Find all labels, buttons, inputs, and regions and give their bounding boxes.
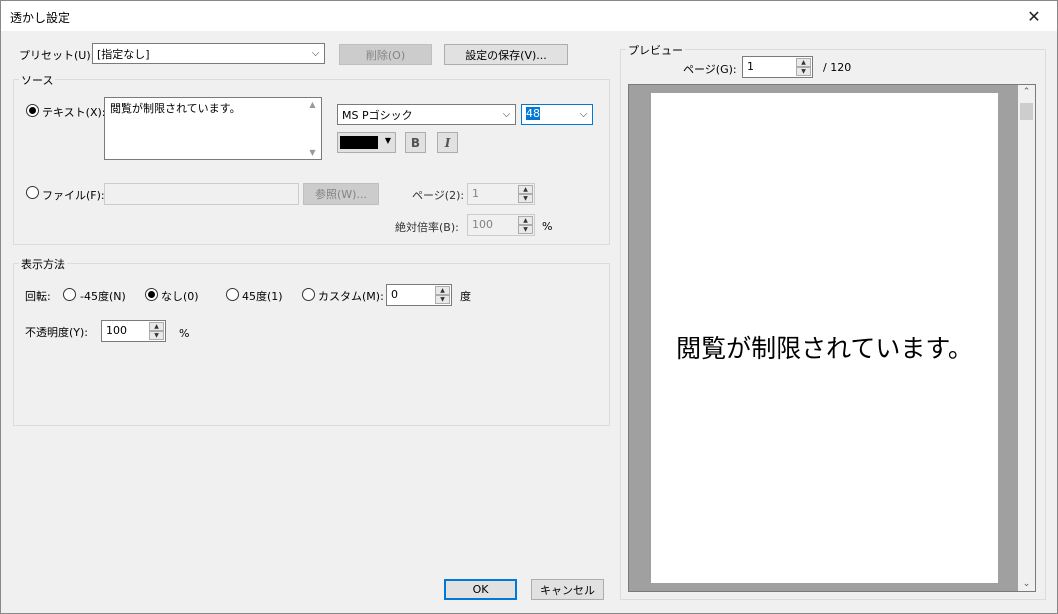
text-radio-label: テキスト(X): <box>42 106 106 119</box>
spin-up-icon[interactable]: ▲ <box>796 58 811 67</box>
scale-unit: % <box>542 220 553 233</box>
preview-page: 閲覧が制限されています。 <box>651 93 998 583</box>
rotation-none-label: なし(0) <box>161 290 199 303</box>
watermark-text-value: 閲覧が制限されています。 <box>110 102 241 115</box>
rotation-minus45-label: -45度(N) <box>80 290 126 303</box>
chevron-down-icon: ⌵ <box>502 109 511 120</box>
caret-down-icon: ▼ <box>384 136 391 145</box>
custom-angle-stepper[interactable]: 0 ▲ ▼ <box>386 284 452 306</box>
watermark-text-input[interactable]: 閲覧が制限されています。 ▲ ▼ <box>104 97 322 160</box>
title-bar: 透かし設定 ✕ <box>1 1 1057 31</box>
preset-select[interactable]: [指定なし] ⌵ <box>92 43 325 64</box>
file-page-label: ページ(2): <box>412 189 465 202</box>
spin-down-icon[interactable]: ▼ <box>149 331 164 340</box>
scroll-up-icon[interactable]: ⌃ <box>1018 87 1035 97</box>
textarea-scrollbar[interactable]: ▲ ▼ <box>304 98 321 159</box>
opacity-value: 100 <box>106 324 127 337</box>
source-group-title: ソース <box>19 72 56 88</box>
scale-stepper[interactable]: 100 ▲ ▼ <box>467 214 535 236</box>
color-picker-button[interactable]: ▼ <box>337 132 396 153</box>
scale-value: 100 <box>472 218 493 231</box>
preview-canvas: 閲覧が制限されています。 ⌃ ⌄ <box>628 84 1036 592</box>
close-icon[interactable]: ✕ <box>1011 1 1057 31</box>
spin-up-icon[interactable]: ▲ <box>518 185 533 194</box>
preview-scrollbar[interactable]: ⌃ ⌄ <box>1018 85 1035 591</box>
rotation-45-label: 45度(1) <box>242 290 283 303</box>
preview-page-value: 1 <box>747 60 754 73</box>
preset-label: プリセット(U): <box>19 49 95 62</box>
file-page-stepper[interactable]: 1 ▲ ▼ <box>467 183 535 205</box>
rotation-45-radio[interactable] <box>226 288 239 301</box>
scroll-thumb[interactable] <box>1020 103 1033 120</box>
save-preset-button[interactable]: 設定の保存(V)... <box>444 44 568 65</box>
bold-button[interactable]: B <box>405 132 426 153</box>
rotation-custom-label: カスタム(M): <box>318 290 384 303</box>
dialog-title: 透かし設定 <box>10 11 71 25</box>
ok-button[interactable]: OK <box>444 579 517 600</box>
preview-page-stepper[interactable]: 1 ▲ ▼ <box>742 56 813 78</box>
preview-page-label: ページ(G): <box>683 63 737 76</box>
file-radio-label: ファイル(F): <box>42 189 105 202</box>
browse-button[interactable]: 参照(W)... <box>303 183 379 205</box>
font-name-select[interactable]: MS Pゴシック ⌵ <box>337 104 516 125</box>
font-name-value: MS Pゴシック <box>342 109 413 122</box>
rotation-label: 回転: <box>25 290 51 303</box>
opacity-label: 不透明度(Y): <box>25 326 89 339</box>
opacity-unit: % <box>179 327 190 340</box>
color-swatch <box>340 136 378 149</box>
spin-down-icon[interactable]: ▼ <box>796 67 811 76</box>
file-radio[interactable] <box>26 186 39 199</box>
rotation-none-radio[interactable] <box>145 288 158 301</box>
font-size-select[interactable]: 48 ⌵ <box>521 104 593 125</box>
delete-preset-button[interactable]: 削除(O) <box>339 44 432 65</box>
preview-page-total: / 120 <box>823 61 852 74</box>
chevron-down-icon: ⌵ <box>311 48 320 59</box>
italic-button[interactable]: I <box>437 132 458 153</box>
preset-value: [指定なし] <box>97 48 150 61</box>
spin-up-icon[interactable]: ▲ <box>435 286 450 295</box>
cancel-button[interactable]: キャンセル <box>531 579 604 600</box>
opacity-stepper[interactable]: 100 ▲ ▼ <box>101 320 166 342</box>
spin-down-icon[interactable]: ▼ <box>518 194 533 203</box>
preview-watermark-text: 閲覧が制限されています。 <box>676 334 973 363</box>
font-size-value: 48 <box>526 107 540 120</box>
spin-up-icon[interactable]: ▲ <box>518 216 533 225</box>
preview-group-title: プレビュー <box>626 42 685 58</box>
spin-up-icon[interactable]: ▲ <box>149 322 164 331</box>
rotation-minus45-radio[interactable] <box>63 288 76 301</box>
chevron-down-icon: ⌵ <box>579 109 588 120</box>
scroll-down-icon[interactable]: ⌄ <box>1018 579 1035 589</box>
watermark-settings-dialog: 透かし設定 ✕ プリセット(U): [指定なし] ⌵ 削除(O) 設定の保存(V… <box>0 0 1058 614</box>
spin-down-icon[interactable]: ▼ <box>435 295 450 304</box>
text-radio[interactable] <box>26 104 39 117</box>
file-path-input[interactable] <box>104 183 299 205</box>
custom-angle-unit: 度 <box>460 290 471 303</box>
display-group-title: 表示方法 <box>19 256 67 272</box>
scale-label: 絶対倍率(B): <box>395 221 459 234</box>
spin-down-icon[interactable]: ▼ <box>518 225 533 234</box>
rotation-custom-radio[interactable] <box>302 288 315 301</box>
custom-angle-value: 0 <box>391 288 398 301</box>
file-page-value: 1 <box>472 187 479 200</box>
